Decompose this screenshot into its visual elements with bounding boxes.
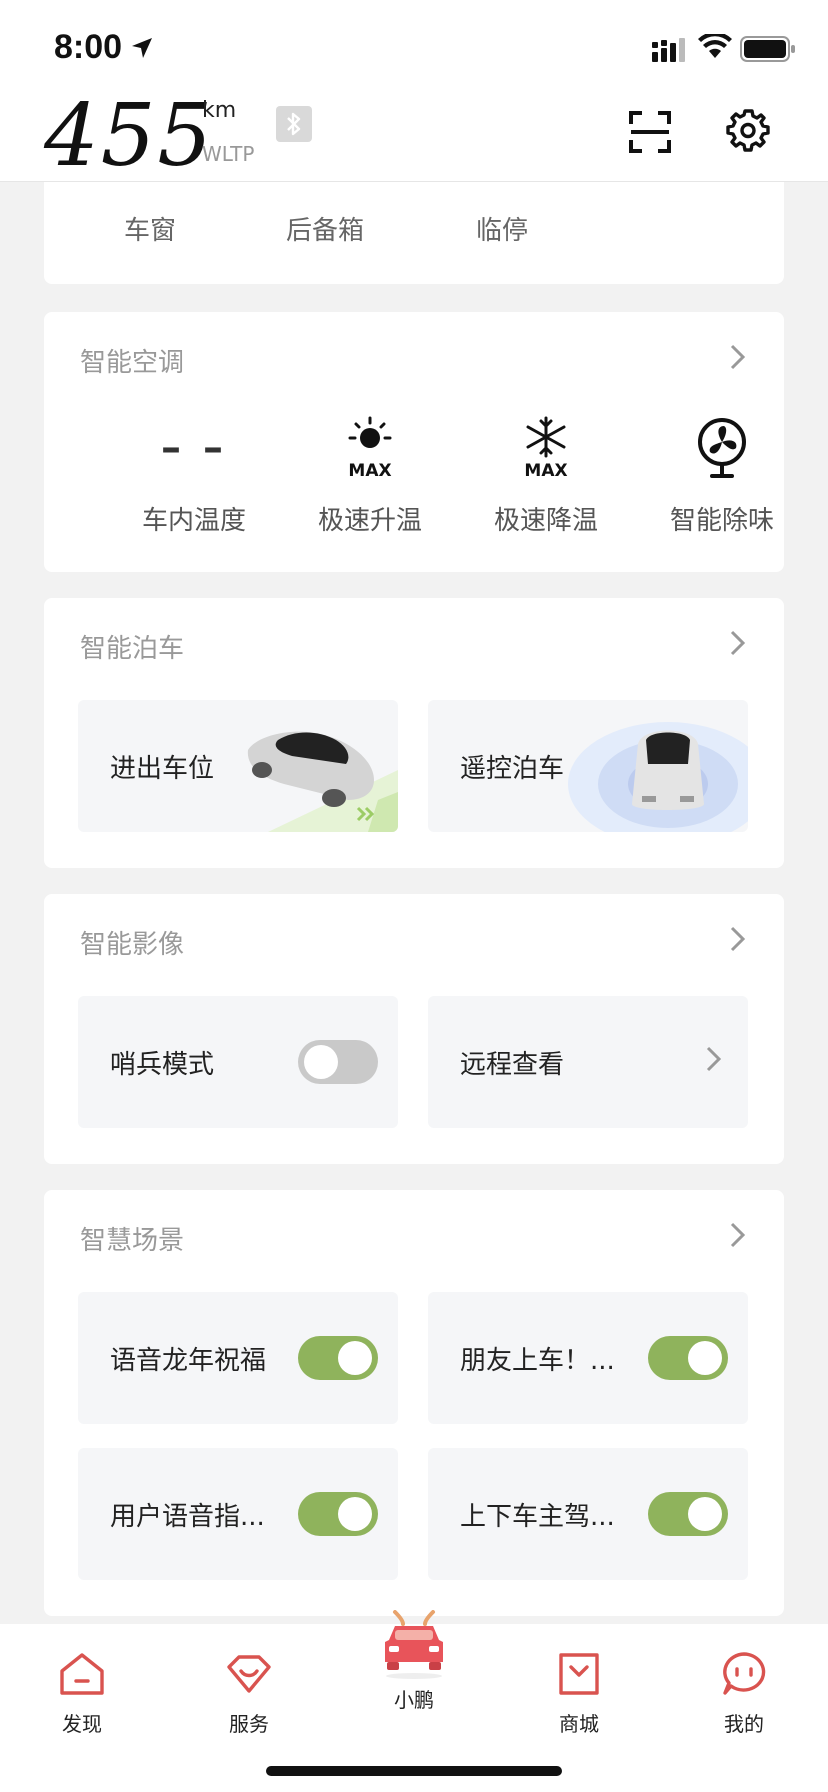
range-value: 455 xyxy=(44,86,215,186)
house-icon xyxy=(58,1646,106,1702)
parking-in-out-tile[interactable]: 进出车位 xyxy=(78,700,398,832)
quick-item-window[interactable]: 车窗 xyxy=(124,210,176,247)
remote-view-tile[interactable]: 远程查看 xyxy=(428,996,748,1128)
chevron-right-icon[interactable] xyxy=(730,926,746,952)
shopping-bag-icon xyxy=(557,1646,601,1702)
smart-parking-card: 智能泊车 进出车位 遥控泊车 xyxy=(44,598,784,868)
tab-label: 发现 xyxy=(62,1712,102,1736)
tile-label: 远程查看 xyxy=(460,1050,565,1080)
scene-toggle[interactable] xyxy=(648,1336,728,1380)
scene-tile: 朋友上车！... xyxy=(428,1292,748,1424)
car-front-icon xyxy=(381,1610,447,1680)
range-standard: WLTP xyxy=(202,142,255,166)
scene-toggle[interactable] xyxy=(298,1336,378,1380)
max-badge: MAX xyxy=(348,461,391,480)
chevron-right-icon xyxy=(706,1046,722,1072)
smart-ac-card: 智能空调 – – 车内温度 MAX 极速升温 MAX 极速降温 智能除味 xyxy=(44,312,784,572)
ac-label: 极速降温 xyxy=(493,506,598,536)
max-badge: MAX xyxy=(524,461,567,480)
tile-label: 进出车位 xyxy=(110,754,215,784)
settings-gear-icon[interactable] xyxy=(726,108,770,152)
chevron-right-icon[interactable] xyxy=(730,344,746,370)
ac-label: 车内温度 xyxy=(141,506,246,536)
smart-scenes-title: 智慧场景 xyxy=(80,1226,185,1256)
location-arrow-icon xyxy=(132,38,152,58)
tile-label: 朋友上车！... xyxy=(460,1346,615,1376)
scene-toggle[interactable] xyxy=(648,1492,728,1536)
tile-label: 遥控泊车 xyxy=(460,754,565,784)
smart-scenes-card: 智慧场景 语音龙年祝福 朋友上车！... 用户语音指... 上下车主驾... xyxy=(44,1190,784,1616)
cabin-temp-value: – – xyxy=(161,425,227,471)
scene-tile: 用户语音指... xyxy=(78,1448,398,1580)
scene-tile: 语音龙年祝福 xyxy=(78,1292,398,1424)
scan-icon[interactable] xyxy=(628,110,672,154)
tab-label: 我的 xyxy=(724,1712,764,1736)
sentry-mode-tile: 哨兵模式 xyxy=(78,996,398,1128)
ac-cabin-temp[interactable]: – – 车内温度 xyxy=(106,412,282,542)
tab-discover[interactable]: 发现 xyxy=(27,1646,137,1746)
cellular-signal-icon xyxy=(652,38,685,62)
quick-item-trunk[interactable]: 后备箱 xyxy=(286,210,364,247)
tab-xpeng[interactable]: 小鹏 xyxy=(359,1610,469,1712)
sun-max-icon: MAX xyxy=(338,412,402,484)
home-indicator[interactable] xyxy=(266,1766,562,1776)
tile-label: 语音龙年祝福 xyxy=(110,1346,267,1376)
quick-controls-card: 车窗 后备箱 临停 xyxy=(44,182,784,284)
tile-label: 哨兵模式 xyxy=(110,1050,215,1080)
tab-service[interactable]: 服务 xyxy=(194,1646,304,1746)
scene-tile: 上下车主驾... xyxy=(428,1448,748,1580)
tab-label: 小鹏 xyxy=(394,1688,434,1712)
status-bar: 8:00 xyxy=(0,0,828,92)
fan-icon xyxy=(690,412,754,484)
status-time: 8:00 xyxy=(54,28,123,66)
snowflake-max-icon: MAX xyxy=(514,412,578,484)
sentry-mode-toggle[interactable] xyxy=(298,1040,378,1084)
ac-label: 极速升温 xyxy=(317,506,422,536)
tab-mall[interactable]: 商城 xyxy=(524,1646,634,1746)
tab-label: 商城 xyxy=(559,1712,599,1736)
remote-parking-tile[interactable]: 遥控泊车 xyxy=(428,700,748,832)
vehicle-header: 455 km WLTP xyxy=(0,86,828,186)
smart-imaging-title: 智能影像 xyxy=(80,930,185,960)
tab-label: 服务 xyxy=(229,1712,269,1736)
smart-parking-title: 智能泊车 xyxy=(80,634,185,664)
diamond-icon xyxy=(225,1646,273,1702)
range-unit: km xyxy=(202,98,237,123)
car-remote-illustration xyxy=(568,722,748,832)
tile-label: 上下车主驾... xyxy=(460,1502,615,1532)
ac-label: 智能除味 xyxy=(669,506,774,536)
car-parking-illustration xyxy=(247,731,398,832)
ac-rapid-cool[interactable]: MAX 极速降温 xyxy=(458,412,634,542)
wifi-icon xyxy=(698,34,732,58)
scene-toggle[interactable] xyxy=(298,1492,378,1536)
battery-icon xyxy=(740,36,795,62)
tab-mine[interactable]: 我的 xyxy=(689,1646,799,1746)
chevron-right-icon[interactable] xyxy=(730,1222,746,1248)
ac-deodorize[interactable]: 智能除味 xyxy=(634,412,810,542)
smart-imaging-card: 智能影像 哨兵模式 远程查看 xyxy=(44,894,784,1164)
quick-item-temp-park[interactable]: 临停 xyxy=(476,210,528,247)
ac-rapid-heat[interactable]: MAX 极速升温 xyxy=(282,412,458,542)
chevron-right-icon[interactable] xyxy=(730,630,746,656)
tile-label: 用户语音指... xyxy=(110,1502,265,1532)
smart-ac-title: 智能空调 xyxy=(80,348,185,378)
bluetooth-icon xyxy=(276,106,312,142)
smiley-face-icon xyxy=(721,1646,767,1702)
